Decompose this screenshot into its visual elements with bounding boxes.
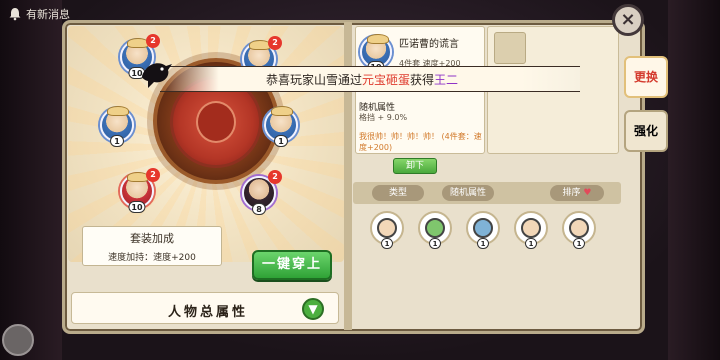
inventory-level: 1: [381, 238, 393, 249]
character-portrait: [377, 218, 397, 238]
equip-level: 10: [128, 201, 146, 213]
new-message-notice[interactable]: 有新消息: [8, 6, 70, 22]
upgrade-badge: 2: [268, 170, 282, 184]
random-attr-value: 格挡 + 9.0%: [359, 113, 408, 122]
hat-icon: [367, 34, 389, 44]
announcement-source: 元宝砸蛋: [362, 73, 411, 87]
item-name: 匹诺曹的谎言: [399, 39, 459, 50]
bell-icon: [9, 8, 21, 21]
right-backdrop: [668, 0, 720, 360]
equip-slot-mid-right[interactable]: 1: [264, 106, 298, 147]
equip-slot-bottom-right[interactable]: 8 2: [242, 170, 282, 215]
inventory-item[interactable]: 1: [370, 211, 404, 249]
sort-label: 排序: [562, 188, 581, 198]
tab-replace[interactable]: 更换: [624, 56, 668, 98]
random-attr-filter[interactable]: 随机属性: [442, 185, 494, 201]
chevron-down-icon[interactable]: ▼: [302, 298, 324, 320]
total-attributes-bar[interactable]: 人物总属性 ▼: [71, 292, 339, 324]
hat-icon: [271, 106, 293, 116]
equip-level: 8: [252, 203, 266, 215]
announcement-prefix: 恭喜玩家山雪通过: [266, 73, 363, 87]
tab-enhance[interactable]: 强化: [624, 110, 668, 152]
empty-slot[interactable]: [494, 32, 526, 64]
unequip-button[interactable]: 卸下: [393, 158, 437, 174]
inventory-item[interactable]: 1: [514, 211, 548, 249]
inventory-level: 1: [429, 238, 441, 249]
item-thumbnail: 10: [360, 34, 392, 73]
announcement-text: 恭喜玩家山雪通过元宝砸蛋获得王二: [266, 71, 458, 88]
announcement-reward: 王二: [434, 73, 459, 87]
equip-level: 1: [110, 135, 124, 147]
character-portrait: [425, 218, 445, 238]
character-portrait: [473, 218, 493, 238]
inventory-item[interactable]: 1: [562, 211, 596, 249]
heart-icon: ♥: [583, 188, 592, 198]
upgrade-badge: 2: [146, 34, 160, 48]
set-bonus-box: 套装加成 速度加持：速度+200: [82, 226, 222, 266]
home-button[interactable]: [2, 324, 34, 356]
set-description: 我很帅！帅！帅！帅！ (4件套：速度+200): [359, 132, 482, 152]
crow-icon: [142, 63, 172, 88]
inventory-level: 1: [477, 238, 489, 249]
inventory-item[interactable]: 1: [466, 211, 500, 249]
sort-button[interactable]: 排序 ♥: [550, 185, 604, 201]
inventory-level: 1: [525, 238, 537, 249]
set-bonus-title: 套装加成: [130, 232, 174, 245]
character-portrait: [521, 218, 541, 238]
inventory-item[interactable]: 1: [418, 211, 452, 249]
notification-text: 有新消息: [26, 8, 70, 21]
inventory-level: 1: [573, 238, 585, 249]
hat-icon: [107, 106, 129, 116]
type-filter[interactable]: 类型: [372, 185, 424, 201]
set-bonus-desc: 速度加持：速度+200: [108, 253, 196, 263]
upgrade-badge: 2: [146, 168, 160, 182]
character-portrait: [569, 218, 589, 238]
upgrade-badge: 2: [268, 36, 282, 50]
equip-all-button[interactable]: 一键穿上: [252, 250, 332, 280]
equip-slot-mid-left[interactable]: 1: [100, 106, 134, 147]
left-backdrop: [0, 0, 62, 360]
announcement-middle: 获得: [410, 73, 435, 87]
equip-slot-bottom-left[interactable]: 10 2: [120, 168, 160, 213]
close-icon[interactable]: ×: [612, 4, 644, 36]
total-attributes-label: 人物总属性: [168, 305, 249, 320]
rose-emblem-icon: [196, 101, 236, 143]
equip-level: 1: [274, 135, 288, 147]
